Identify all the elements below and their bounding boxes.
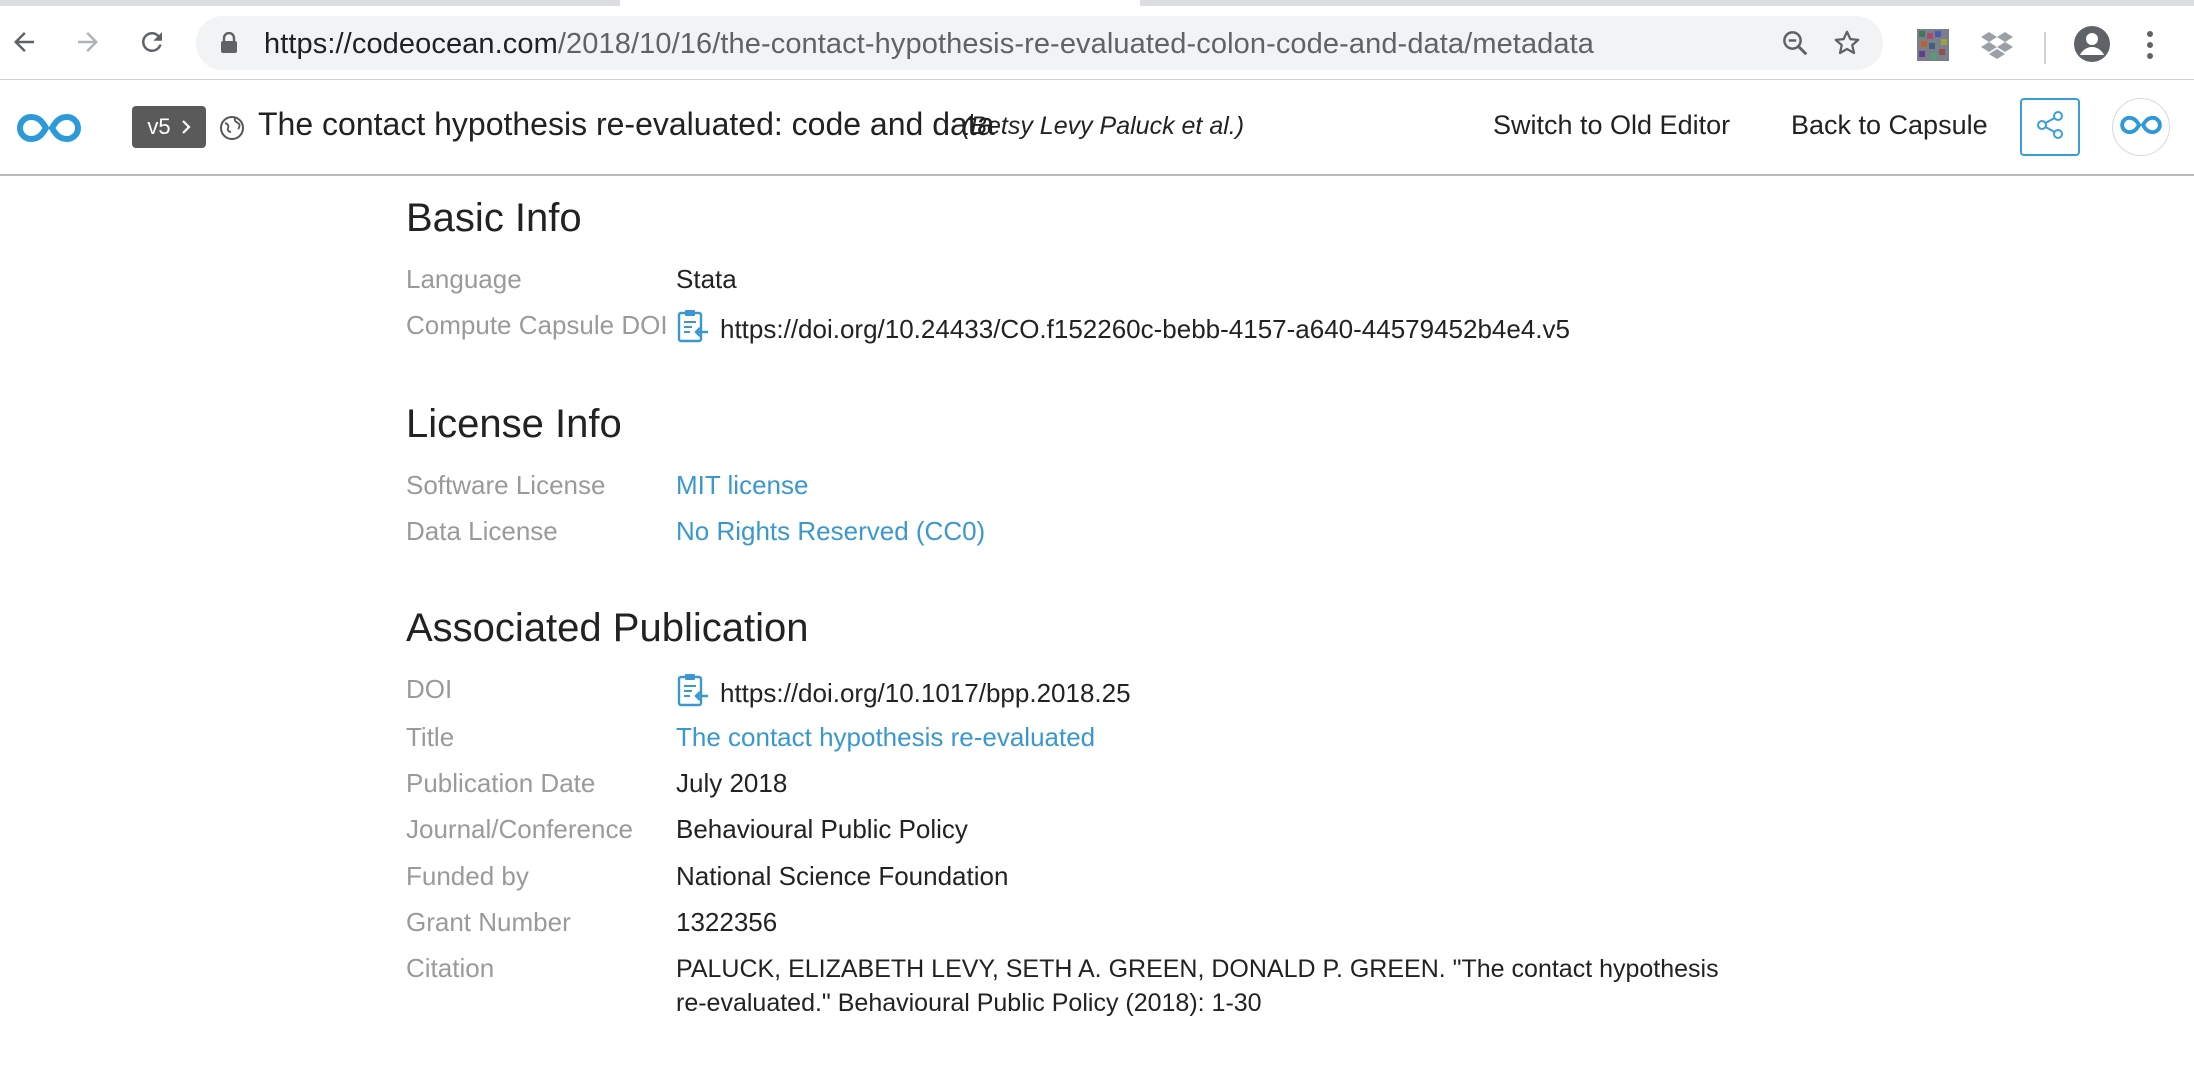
dropbox-icon[interactable] <box>1980 28 2014 62</box>
lock-icon <box>220 31 238 59</box>
journal-label: Journal/Conference <box>406 814 633 844</box>
capsule-title: The contact hypothesis re-evaluated: cod… <box>258 106 995 142</box>
publication-date-label: Publication Date <box>406 768 596 798</box>
associated-publication-heading: Associated Publication <box>406 606 809 650</box>
copy-clipboard-icon[interactable] <box>676 308 710 351</box>
grant-number-value: 1322356 <box>676 907 778 937</box>
language-label: Language <box>406 264 522 294</box>
capsule-doi-value: https://doi.org/10.24433/CO.f152260c-beb… <box>720 314 1570 344</box>
star-icon[interactable] <box>1832 28 1862 58</box>
journal-value: Behavioural Public Policy <box>676 814 968 844</box>
version-label: v5 <box>147 114 171 139</box>
chevron-right-icon <box>181 114 191 140</box>
capsule-doi-label: Compute Capsule DOI <box>406 310 668 340</box>
software-license-link[interactable]: MIT license <box>676 470 808 501</box>
account-icon[interactable] <box>2072 24 2112 64</box>
browser-toolbar: https://codeocean.com/2018/10/16/the-con… <box>0 6 2194 80</box>
publication-doi-label: DOI <box>406 674 453 704</box>
capsule-doi-row: https://doi.org/10.24433/CO.f152260c-beb… <box>676 308 1570 351</box>
back-to-capsule-button[interactable]: Back to Capsule <box>1791 110 1988 141</box>
share-button[interactable] <box>2020 98 2080 156</box>
toolbar-divider <box>2044 32 2046 64</box>
url-text[interactable]: https://codeocean.com/2018/10/16/the-con… <box>264 28 1594 61</box>
codeocean-logo-icon[interactable] <box>14 108 84 148</box>
data-license-label: Data License <box>406 516 558 546</box>
extension-icon[interactable] <box>1916 28 1950 62</box>
reload-icon[interactable] <box>130 20 174 64</box>
license-info-heading: License Info <box>406 402 622 446</box>
publication-title-label: Title <box>406 722 455 752</box>
switch-old-editor-button[interactable]: Switch to Old Editor <box>1493 110 1730 141</box>
share-icon <box>2034 109 2066 146</box>
publication-doi-row: https://doi.org/10.1017/bpp.2018.25 <box>676 672 1131 715</box>
copy-clipboard-icon[interactable] <box>676 672 710 715</box>
publication-title-link[interactable]: The contact hypothesis re-evaluated <box>676 722 1095 753</box>
back-icon[interactable] <box>2 20 46 64</box>
forward-icon[interactable] <box>66 20 110 64</box>
publication-date-value: July 2018 <box>676 768 788 798</box>
menu-icon[interactable] <box>2140 28 2160 62</box>
user-avatar[interactable] <box>2112 98 2170 156</box>
grant-number-label: Grant Number <box>406 907 571 937</box>
zoom-icon[interactable] <box>1780 28 1810 58</box>
funded-by-value: National Science Foundation <box>676 861 1009 891</box>
globe-icon <box>218 114 246 142</box>
citation-label: Citation <box>406 953 495 983</box>
codeocean-avatar-icon <box>2118 112 2164 143</box>
publication-doi-value: https://doi.org/10.1017/bpp.2018.25 <box>720 678 1131 708</box>
address-bar[interactable]: https://codeocean.com/2018/10/16/the-con… <box>196 16 1883 70</box>
language-value: Stata <box>676 264 737 294</box>
citation-text: PALUCK, ELIZABETH LEVY, SETH A. GREEN, D… <box>676 955 1719 1017</box>
capsule-header: v5 The contact hypothesis re-evaluated: … <box>0 80 2194 176</box>
version-badge[interactable]: v5 <box>132 106 206 148</box>
capsule-authors: (Betsy Levy Paluck et al.) <box>962 112 1245 140</box>
software-license-label: Software License <box>406 470 606 500</box>
funded-by-label: Funded by <box>406 861 529 891</box>
data-license-link[interactable]: No Rights Reserved (CC0) <box>676 516 985 547</box>
basic-info-heading: Basic Info <box>406 196 582 240</box>
